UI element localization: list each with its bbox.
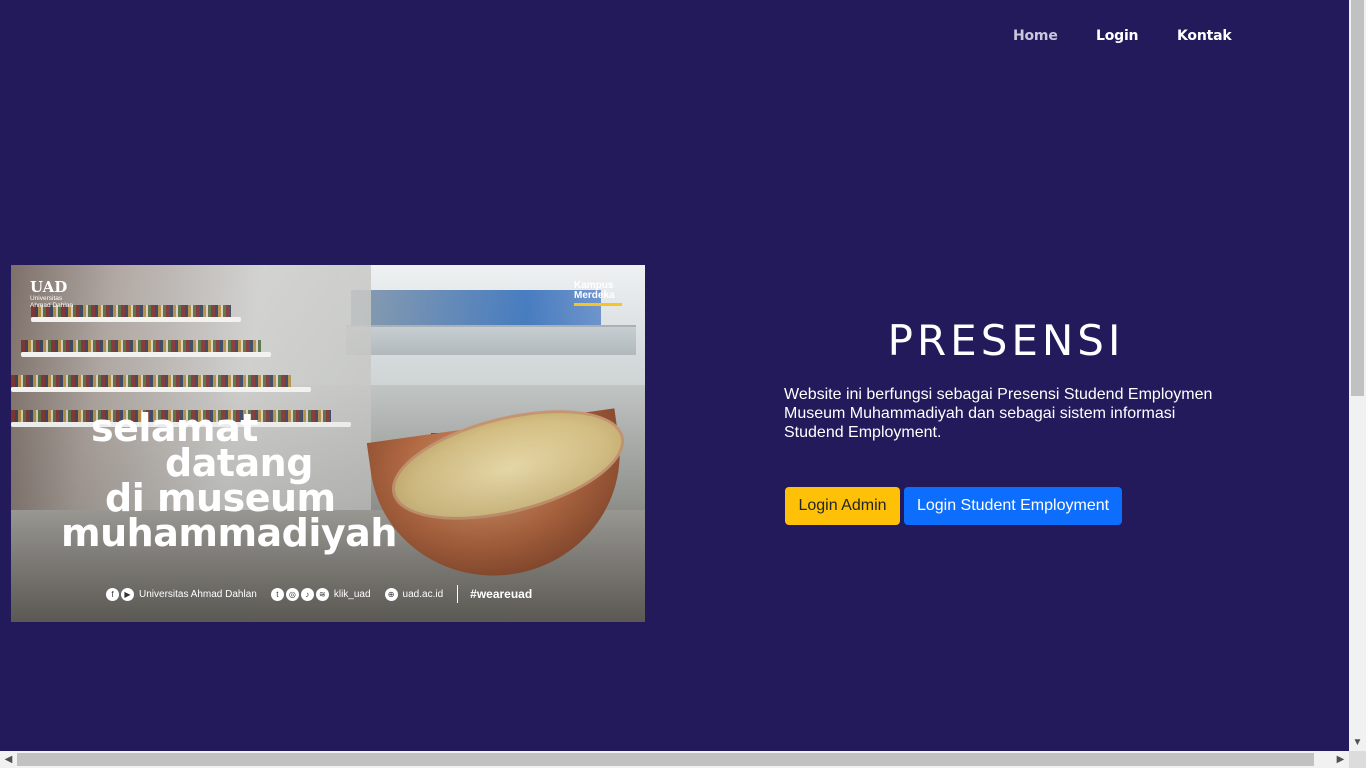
nav-kontak-link[interactable]: Kontak [1177, 28, 1232, 44]
spotify-icon: ≋ [315, 587, 329, 601]
twitter-icon: t [270, 587, 284, 601]
login-admin-button[interactable]: Login Admin [785, 487, 900, 525]
page: Home Login Kontak UAD Universitas Ahmad … [0, 0, 1349, 751]
page-description: Website ini berfungsi sebagai Presensi S… [784, 386, 1213, 441]
horizontal-scrollbar-thumb[interactable] [17, 753, 1314, 766]
login-student-employment-button[interactable]: Login Student Employment [904, 487, 1122, 525]
horizontal-scrollbar[interactable]: ◀ ▶ [0, 751, 1349, 768]
chevron-left-icon[interactable]: ◀ [0, 751, 17, 768]
hero-headline: selamat datang di museum muhammadiyah [61, 406, 397, 555]
vertical-scrollbar[interactable]: ▼ [1349, 0, 1366, 751]
globe-icon: ⊕ [384, 587, 398, 601]
chevron-down-icon[interactable]: ▼ [1349, 734, 1366, 751]
nav-login-link[interactable]: Login [1096, 28, 1139, 44]
page-title: PRESENSI [887, 316, 1125, 365]
kampus-merdeka-logo: Kampus Merdeka [574, 281, 622, 306]
vertical-scrollbar-thumb[interactable] [1351, 0, 1364, 396]
nav-home-link[interactable]: Home [1013, 28, 1058, 44]
top-navbar: Home Login Kontak [0, 28, 1349, 48]
hero-social-footer: f ▶ Universitas Ahmad Dahlan t ◎ ♪ ≋ kli… [106, 585, 532, 603]
facebook-icon: f [106, 587, 119, 601]
youtube-icon: ▶ [121, 587, 134, 601]
instagram-icon: ◎ [285, 587, 299, 601]
uad-logo: UAD Universitas Ahmad Dahlan [30, 278, 73, 309]
tiktok-icon: ♪ [300, 587, 314, 601]
chevron-right-icon[interactable]: ▶ [1332, 751, 1349, 768]
hero-museum-image: UAD Universitas Ahmad Dahlan Kampus Merd… [11, 265, 645, 622]
scrollbar-corner [1349, 751, 1366, 768]
